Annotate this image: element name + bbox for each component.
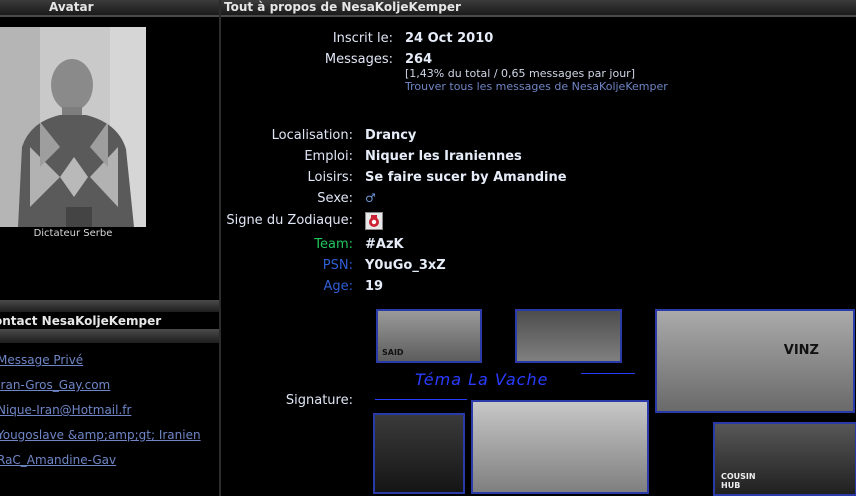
divider-bar: [0, 329, 219, 343]
inscrit-value: 24 Oct 2010: [405, 31, 494, 46]
signature-line: [375, 399, 467, 400]
age-label: Age:: [323, 279, 353, 294]
contact-link-messenger[interactable]: Yougoslave &amp;amp;gt; Iranien: [0, 428, 216, 453]
contact-link-website[interactable]: Iran-Gros_Gay.com: [0, 378, 216, 403]
signature-image: SAID VINZ Téma La Vache COUSIN HUB: [371, 307, 856, 496]
sexe-label: Sexe:: [317, 191, 353, 206]
zodiac-label: Signe du Zodiaque:: [226, 213, 353, 228]
sig-thumb-dark: [373, 413, 465, 494]
divider-bar: [0, 300, 219, 312]
localisation-label: Localisation:: [271, 128, 353, 143]
zodiac-cancer-icon: [365, 212, 383, 230]
signature-caption: Téma La Vache: [415, 370, 549, 389]
contact-title: ontact NesaKoljeKemper: [0, 314, 162, 328]
avatar-header: Avatar: [0, 0, 219, 17]
avatar: [0, 27, 146, 227]
avatar-caption: Dictateur Serbe: [33, 228, 113, 239]
avatar-image: [0, 27, 146, 227]
signature-label: Signature:: [285, 393, 353, 408]
emploi-value: Niquer les Iraniennes: [365, 149, 522, 164]
inscrit-label: Inscrit le:: [332, 31, 393, 46]
signature-line: [581, 373, 635, 374]
messages-stats: [1,43% du total / 0,65 messages par jour…: [405, 67, 636, 80]
male-icon: ♂: [365, 191, 376, 205]
find-messages-link[interactable]: Trouver tous les messages de NesaKoljeKe…: [405, 80, 668, 93]
messages-value: 264: [405, 52, 433, 67]
messages-label: Messages:: [324, 52, 393, 67]
contact-link-email[interactable]: Nique-Iran@Hotmail.fr: [0, 403, 216, 428]
psn-label: PSN:: [322, 258, 353, 273]
loisirs-value: Se faire sucer by Amandine: [365, 170, 567, 185]
contact-list: Message Privé Iran-Gros_Gay.com Nique-Ir…: [0, 353, 219, 478]
loisirs-label: Loisirs:: [307, 170, 353, 185]
sig-thumb-vinz: VINZ: [655, 309, 855, 413]
contact-link-private-message[interactable]: Message Privé: [0, 353, 216, 378]
localisation-value: Drancy: [365, 128, 417, 143]
sig-thumb-cousin-hub: COUSIN HUB: [713, 422, 856, 496]
right-column: Tout à propos de NesaKoljeKemper Inscrit…: [221, 0, 856, 496]
age-value: 19: [365, 279, 384, 294]
left-column: Avatar Dictateur Serbe ontact NesaKoljeK…: [0, 0, 219, 496]
profile-header: Tout à propos de NesaKoljeKemper: [221, 0, 856, 17]
sig-thumb-said: SAID: [376, 309, 482, 363]
team-label: Team:: [314, 237, 353, 252]
team-value: #AzK: [365, 237, 404, 252]
psn-value: Y0uGo_3xZ: [365, 258, 446, 273]
emploi-label: Emploi:: [304, 149, 353, 164]
sig-thumb-group: [515, 309, 622, 363]
sig-thumb-cow: [471, 400, 649, 494]
contact-link-other[interactable]: RaC_Amandine-Gav: [0, 453, 216, 478]
